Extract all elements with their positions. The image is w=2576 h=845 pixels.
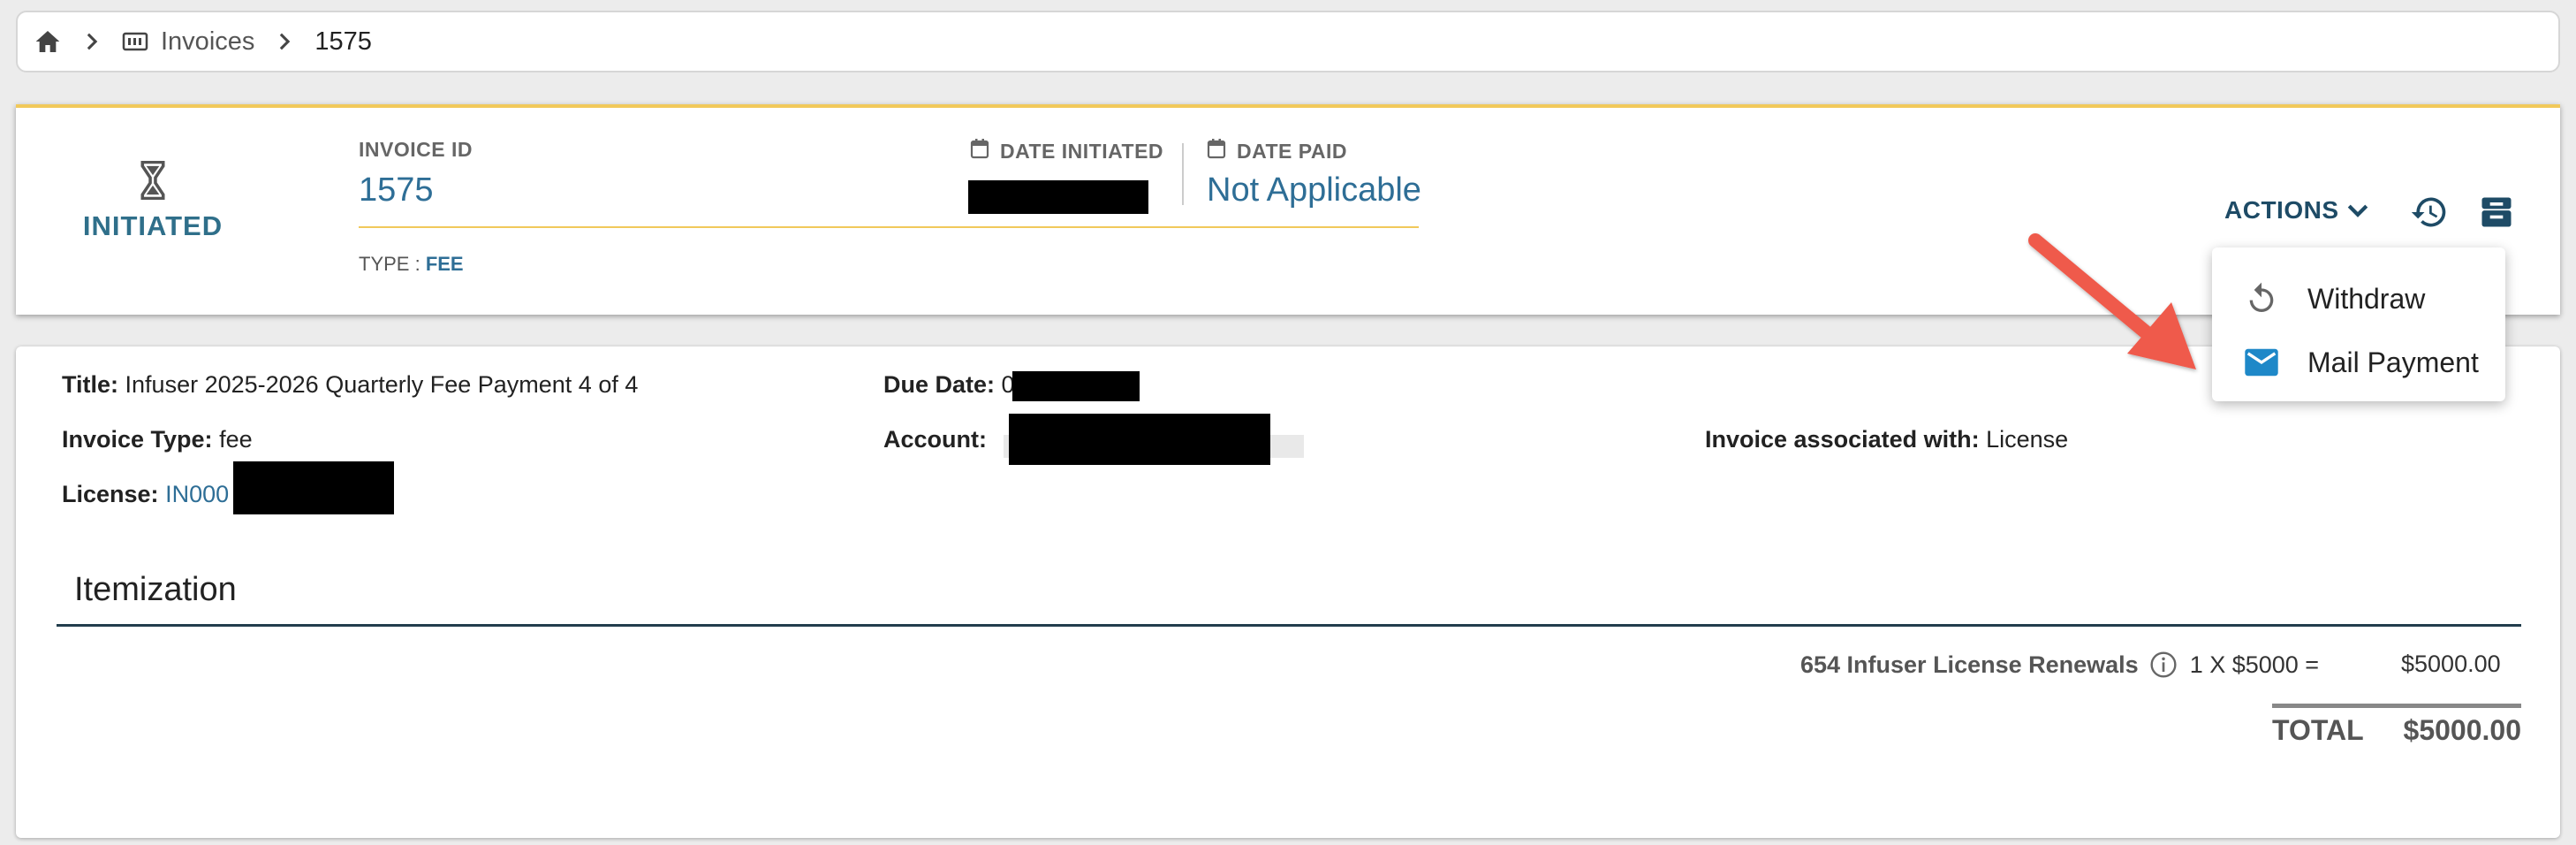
menu-item-mail-payment-label: Mail Payment [2307, 346, 2479, 378]
license-link[interactable]: IN000 [165, 481, 229, 507]
redacted-license [233, 461, 394, 514]
divider [1182, 143, 1184, 205]
line-item-quantity: 1 X $5000 = [2189, 651, 2320, 678]
title-label: Title: [62, 371, 119, 398]
itemization-title: Itemization [74, 571, 237, 608]
date-paid-label: DATE PAID [1237, 139, 1348, 163]
inbox-icon[interactable] [2477, 193, 2516, 236]
actions-menu: Withdraw Mail Payment [2212, 247, 2505, 401]
redacted-date-initiated [968, 180, 1148, 214]
associated-field: Invoice associated with: License [1705, 426, 2068, 453]
status-block: INITIATED [69, 161, 237, 242]
invoice-list-icon [122, 31, 161, 52]
invoice-type-value: fee [219, 426, 253, 453]
breadcrumb-current: 1575 [314, 27, 372, 56]
title-value: Infuser 2025-2026 Quarterly Fee Payment … [125, 371, 639, 398]
due-date-label: Due Date: [883, 371, 996, 398]
redacted-due-date [1012, 371, 1140, 401]
associated-value: License [1986, 426, 2069, 453]
invoice-type-block: TYPE : FEE [359, 253, 464, 276]
date-paid-label-group: DATE PAID [1207, 138, 1347, 164]
calendar-icon [970, 138, 1000, 164]
total-value: $5000.00 [2403, 714, 2521, 746]
chevron-right-icon [85, 32, 99, 51]
type-value: FEE [425, 253, 464, 275]
associated-label: Invoice associated with: [1705, 426, 1980, 453]
total-divider [2272, 704, 2521, 708]
line-item-description: 654 Infuser License Renewals [1800, 651, 2139, 678]
info-icon[interactable] [2149, 651, 2178, 679]
date-initiated-label-group: DATE INITIATED [970, 138, 1163, 164]
chevron-right-icon [277, 32, 292, 51]
date-initiated-label: DATE INITIATED [1000, 139, 1164, 163]
date-paid-value: Not Applicable [1207, 171, 1421, 209]
total-row: TOTAL $5000.00 [2272, 714, 2521, 747]
history-icon[interactable] [2410, 193, 2449, 236]
invoice-type-field: Invoice Type: fee [62, 426, 253, 453]
breadcrumb-invoices-label: Invoices [161, 27, 255, 56]
chevron-down-icon [2339, 196, 2369, 225]
license-label: License: [62, 481, 159, 507]
invoice-type-label: Invoice Type: [62, 426, 213, 453]
invoice-details-card: Title: Infuser 2025-2026 Quarterly Fee P… [16, 346, 2560, 838]
mail-icon [2242, 343, 2281, 382]
account-label: Account: [883, 426, 987, 453]
line-item-amount: $5000.00 [2401, 651, 2501, 677]
field-underline [359, 226, 1419, 228]
due-date-field: Due Date: 0 [883, 371, 1015, 399]
total-label: TOTAL [2272, 714, 2364, 746]
title-field: Title: Infuser 2025-2026 Quarterly Fee P… [62, 371, 638, 399]
line-item: 654 Infuser License Renewals 1 X $5000 = [1800, 651, 2319, 679]
calendar-icon [1207, 138, 1237, 164]
itemization-divider [57, 624, 2521, 627]
annotation-arrow-icon [2023, 221, 2209, 384]
account-field: Account: [883, 426, 987, 453]
license-field: License: IN000 [62, 481, 229, 508]
type-label: TYPE : [359, 253, 420, 275]
redacted-account [1009, 414, 1270, 465]
actions-dropdown-button[interactable]: ACTIONS [2224, 196, 2369, 225]
actions-label: ACTIONS [2224, 196, 2339, 224]
breadcrumb: Invoices 1575 [16, 11, 2560, 72]
undo-icon [2242, 279, 2281, 318]
hourglass-icon [69, 161, 237, 200]
home-icon[interactable] [34, 28, 62, 55]
menu-item-withdraw[interactable]: Withdraw [2212, 267, 2505, 331]
invoice-id-value: 1575 [359, 171, 434, 209]
invoice-id-label: INVOICE ID [359, 138, 473, 161]
menu-item-withdraw-label: Withdraw [2307, 282, 2426, 315]
breadcrumb-invoices-link[interactable]: Invoices [122, 27, 254, 57]
menu-item-mail-payment[interactable]: Mail Payment [2212, 331, 2505, 394]
status-badge: INITIATED [82, 210, 224, 241]
